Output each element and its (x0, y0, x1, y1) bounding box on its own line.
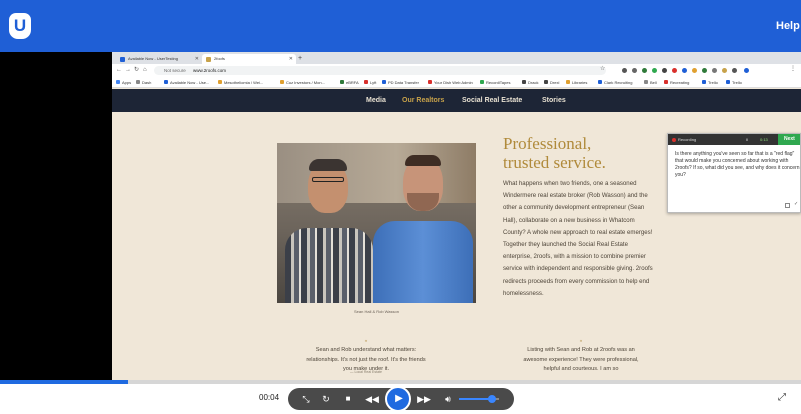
tab-favicon-icon (120, 57, 125, 62)
tab-label: 2foofs (214, 56, 225, 61)
section-heading-line2: trusted service. (503, 153, 606, 172)
bookmark-item[interactable]: RecordiTapes (480, 78, 510, 87)
bookmark-item[interactable]: Cuz Investors / Mon... (280, 78, 325, 87)
check-icon[interactable]: ✓ (794, 201, 798, 207)
browser-tab-active[interactable]: 2foofs ✕ (202, 54, 296, 64)
extension-icon[interactable] (692, 68, 697, 73)
photo-caption: Sean Hall & Rob Wasson (354, 309, 399, 314)
bookmark-item[interactable]: Recreating (664, 78, 689, 87)
volume-knob[interactable] (487, 395, 496, 403)
loop-icon[interactable]: ↻ (316, 388, 336, 410)
testimonial-author: — Local Real Estate (350, 370, 382, 374)
bookmark-item[interactable]: Libraries (566, 78, 587, 87)
playback-time: 00:04 (259, 393, 280, 402)
recording-label: Recording (678, 137, 697, 142)
bookmark-item[interactable]: Bell (644, 78, 657, 87)
forward-icon[interactable]: → (125, 66, 131, 75)
task-question: Is there anything you've seen so far tha… (675, 151, 800, 178)
extension-icon[interactable] (712, 68, 717, 73)
help-link[interactable]: Help (776, 20, 800, 32)
extension-icon[interactable] (642, 68, 647, 73)
fast-forward-icon[interactable]: ▶▶ (414, 388, 434, 410)
nav-our-realtors[interactable]: Our Realtors (402, 94, 444, 108)
nav-stories[interactable]: Stories (542, 94, 566, 108)
next-button[interactable]: Next (778, 134, 800, 145)
task-timer: 0:13 (760, 137, 768, 142)
reload-icon[interactable]: ↻ (134, 66, 139, 75)
back-icon[interactable]: ← (116, 66, 122, 75)
security-indicator: Not secure (164, 68, 186, 73)
bookmark-item[interactable]: Mesotheliomia / Wei... (218, 78, 263, 87)
expand-icon[interactable]: ⤢ (778, 392, 786, 403)
bookmark-item[interactable]: Trello (702, 78, 718, 87)
url-text: www.2roofs.com (193, 68, 227, 73)
extension-icon[interactable] (672, 68, 677, 73)
volume-icon[interactable]: 🔊︎ (438, 388, 458, 410)
intro-paragraph: What happens when two friends, one a sea… (503, 180, 653, 297)
bookmark-item[interactable]: Your Dish Web Admin (428, 78, 473, 87)
section-heading: Professional, (503, 134, 592, 153)
bookmark-item[interactable]: Trello (726, 78, 742, 87)
play-icon[interactable]: ▶ (385, 386, 411, 412)
bookmark-item[interactable]: eBRFA (340, 78, 359, 87)
close-icon[interactable]: ✕ (195, 54, 199, 64)
plus-icon[interactable]: + (298, 54, 302, 63)
recorded-screen: Available Now - UserTesting ✕ 2foofs ✕ +… (112, 52, 801, 380)
extension-icon[interactable] (652, 68, 657, 73)
testimonial-quote: Listing with Sean and Rob at 2roofs was … (523, 347, 639, 372)
site-navigation: Media Our Realtors Social Real Estate St… (112, 89, 801, 112)
bookmarks-bar: Apps Dash Available Now - Use... Mesothe… (112, 77, 801, 88)
browser-toolbar: ← → ↻ ⌂ Not secure www.2roofs.com ☆ ⋮ (112, 64, 801, 77)
stop-icon[interactable]: ■ (338, 388, 358, 410)
extension-icon[interactable] (632, 68, 637, 73)
recording-dot-icon (672, 138, 676, 142)
control-pill: ⤡ ↻ ■ ◀◀ ▶ ▶▶ 🔊︎ (288, 386, 514, 412)
close-icon[interactable]: ✕ (289, 54, 293, 64)
bookmark-item[interactable]: Drexl (544, 78, 559, 87)
pause-icon[interactable]: II (746, 134, 748, 145)
video-frame[interactable]: Available Now - UserTesting ✕ 2foofs ✕ +… (0, 52, 801, 380)
bookmark-item[interactable]: Dash (136, 78, 151, 87)
rewind-icon[interactable]: ◀◀ (362, 388, 382, 410)
extension-icon[interactable] (722, 68, 727, 73)
nav-media[interactable]: Media (366, 94, 386, 108)
bookmark-item[interactable]: Lyft (364, 78, 376, 87)
shrink-icon[interactable]: ⤡ (296, 388, 316, 410)
task-panel-toolbar: Recording II 0:13 Next (668, 134, 800, 145)
task-checkbox[interactable] (785, 203, 790, 208)
extension-icon[interactable] (622, 68, 627, 73)
volume-fill (459, 398, 492, 400)
browser-tab[interactable]: Available Now - UserTesting ✕ (116, 54, 202, 64)
player-controls: 00:04 ⤡ ↻ ■ ◀◀ ▶ ▶▶ 🔊︎ ⤢ (0, 384, 801, 414)
home-icon[interactable]: ⌂ (143, 66, 147, 75)
bookmark-item[interactable]: Clark Recruiting (598, 78, 632, 87)
menu-icon[interactable]: ⋮ (790, 65, 796, 74)
extension-icon[interactable] (662, 68, 667, 73)
app-header: U Help (0, 0, 801, 52)
bookmark-item[interactable]: PD Data Transfer (382, 78, 419, 87)
bookmark-item[interactable]: Apps (116, 78, 131, 87)
extension-icon[interactable] (702, 68, 707, 73)
bookmark-item[interactable]: Available Now - Use... (164, 78, 209, 87)
browser-tab-strip: Available Now - UserTesting ✕ 2foofs ✕ + (112, 52, 801, 64)
extension-icon[interactable] (682, 68, 687, 73)
profile-icon[interactable] (744, 68, 749, 73)
volume-slider[interactable] (459, 395, 499, 403)
extension-icon[interactable] (732, 68, 737, 73)
tab-favicon-icon (206, 57, 211, 62)
realtors-photo (277, 143, 476, 303)
nav-social-real-estate[interactable]: Social Real Estate (462, 94, 522, 108)
usertesting-logo[interactable]: U (9, 13, 31, 39)
task-panel: Recording II 0:13 Next Is there anything… (667, 133, 801, 213)
star-icon[interactable]: ☆ (600, 65, 605, 74)
tab-label: Available Now - UserTesting (128, 56, 178, 61)
bookmark-item[interactable]: Drack (522, 78, 538, 87)
address-bar[interactable]: Not secure www.2roofs.com (154, 66, 606, 75)
